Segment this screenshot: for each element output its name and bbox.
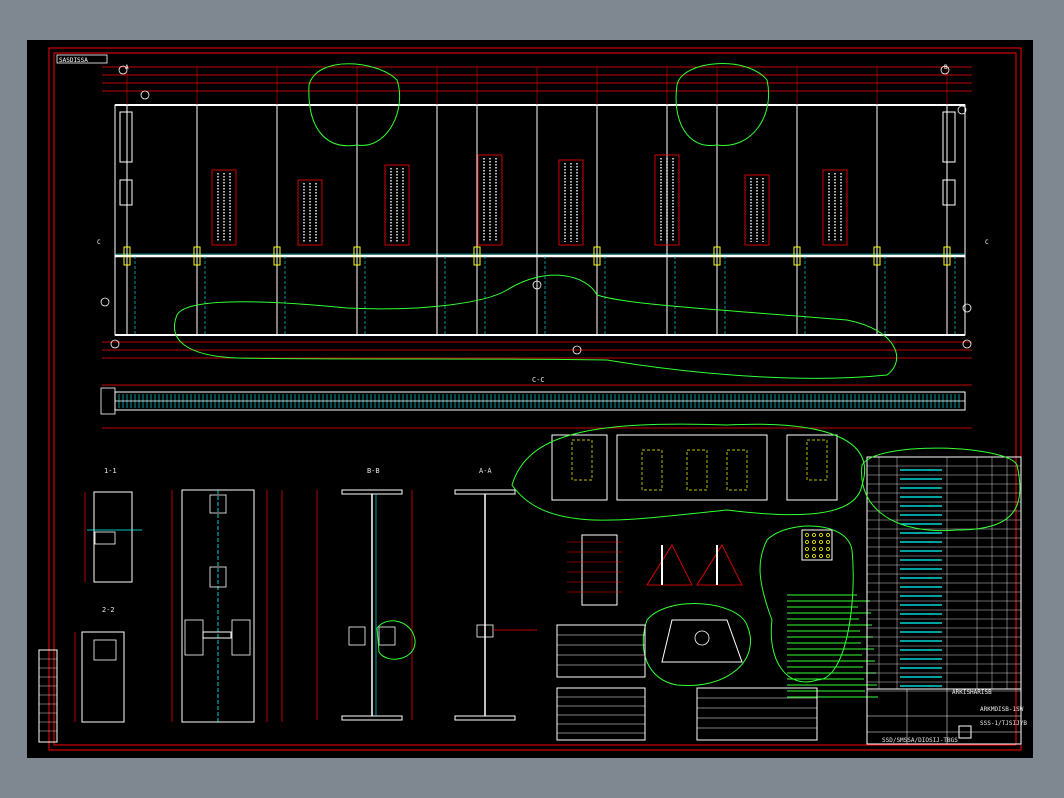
bolt-hole: [805, 547, 809, 551]
detail-2-2-plate: [81, 631, 125, 723]
weld-detail-triangle: [646, 544, 693, 586]
end-plate-right-lower: [942, 179, 956, 206]
bolt-hole: [819, 533, 823, 537]
title-block-bottom: SSD/SMSSA/DIOSIJ-TBGS: [882, 737, 958, 744]
cad-drawing: [38, 47, 1022, 751]
detail-plate-dashed: [686, 449, 708, 491]
callout-bubble: [962, 303, 972, 313]
section-cc-end-detail: [100, 387, 116, 415]
detail-panel: [786, 434, 838, 501]
revision-cloud: [376, 620, 416, 660]
bolt-hole: [812, 540, 816, 544]
detail-anchor-plate: [581, 534, 618, 606]
schedule-table-c: [696, 687, 818, 741]
bolt-hole: [826, 554, 830, 558]
callout-bubble: [962, 339, 972, 349]
title-block: [866, 688, 1022, 745]
bill-of-materials: [866, 456, 1022, 690]
callout-bubble: [100, 297, 110, 307]
bolt-hole: [812, 547, 816, 551]
detail-side-plate: [184, 619, 204, 656]
bolt-hole: [819, 540, 823, 544]
revision-cloud: [759, 525, 854, 683]
bolt-grid-detail: [801, 529, 833, 561]
detail-1-1-bolts: [94, 531, 116, 545]
section-title-1-1: 1-1: [104, 467, 117, 475]
bolt-hole: [819, 547, 823, 551]
detail-connector: [202, 631, 232, 639]
detail-panel: [551, 434, 608, 501]
detail-plate-dashed: [571, 439, 593, 481]
section-aa-top-flange: [454, 489, 516, 495]
callout-bubble: [140, 90, 150, 100]
bolt-hole: [826, 533, 830, 537]
axis-mark-b: B: [944, 64, 948, 71]
detail-side-plate: [231, 619, 251, 656]
end-plate-right: [942, 111, 956, 163]
corner-tag: SASDISSA: [59, 57, 88, 64]
end-plate-left-lower: [119, 179, 133, 206]
bolt-hole: [805, 533, 809, 537]
beam-elevation-outline: [114, 104, 966, 336]
title-block-project: ARKISHARISB: [952, 689, 992, 696]
section-bb-top-flange: [341, 489, 403, 495]
section-mark-c-right: C: [985, 239, 989, 246]
drawing-sheet: SASDISSA A B C-C 1-1 2-2 B-B A-A C C ARK…: [27, 40, 1033, 758]
section-aa-bottom-flange: [454, 715, 516, 721]
title-block-drawing-no: ARKMDISB-1SW: [980, 706, 1024, 713]
detail-1-1-plate: [93, 491, 133, 583]
detail-plate-dashed: [641, 449, 663, 491]
detail-plate-dashed: [806, 439, 828, 481]
section-bb-bottom-flange: [341, 715, 403, 721]
revision-cloud: [174, 274, 897, 379]
section-title-aa: A-A: [479, 467, 492, 475]
detail-2-2-bolts: [93, 639, 117, 661]
bolt-hole: [812, 533, 816, 537]
section-title-cc: C-C: [532, 376, 545, 384]
section-title-bb: B-B: [367, 467, 380, 475]
revision-cloud: [861, 447, 1021, 532]
end-plate-left: [119, 111, 133, 163]
bolt-hole: [826, 547, 830, 551]
section-bb-plate: [378, 626, 396, 646]
revision-cloud: [642, 603, 751, 687]
bolt-hole: [826, 540, 830, 544]
section-mark-c-left: C: [97, 239, 101, 246]
callout-bubble: [110, 339, 120, 349]
section-title-2-2: 2-2: [102, 606, 115, 614]
schedule-table-a: [556, 624, 646, 678]
axis-mark-a: A: [125, 64, 129, 71]
bolt-hole: [805, 554, 809, 558]
lug-plate: [661, 619, 743, 663]
schedule-table-b: [556, 687, 646, 741]
bolt-hole: [805, 540, 809, 544]
detail-plate-dashed: [726, 449, 748, 491]
bolt-hole: [812, 554, 816, 558]
revision-cloud: [511, 423, 866, 521]
title-block-sheet: SSS-1/TJSIJYB: [980, 720, 1027, 727]
weld-detail-triangle: [696, 544, 743, 586]
section-bb-plate: [348, 626, 366, 646]
lug-hole: [694, 630, 710, 646]
bolt-hole: [819, 554, 823, 558]
